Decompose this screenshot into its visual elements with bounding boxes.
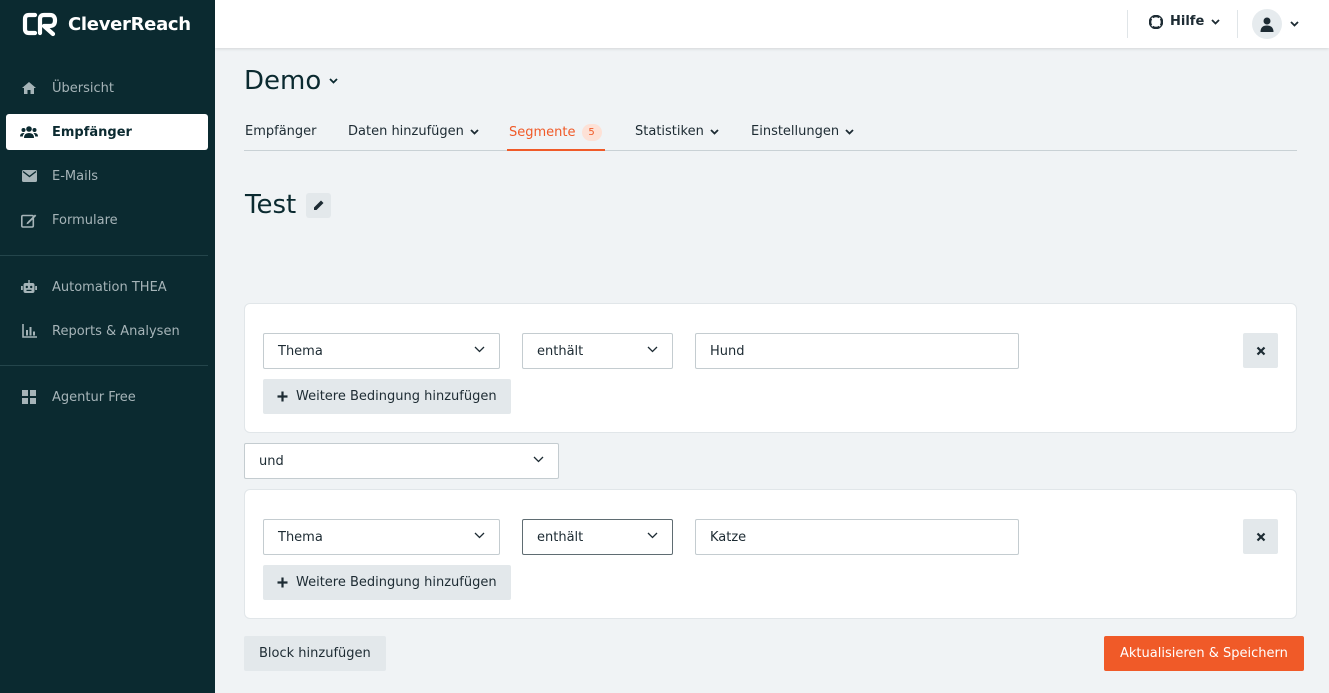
segment-count-badge: 5 [581,124,602,141]
chevron-down-icon [845,128,854,135]
sidebar-item-automation-thea[interactable]: Automation THEA [6,269,208,305]
sidebar-nav-tertiary: Agentur Free [6,379,208,415]
form-edit-icon [20,212,38,228]
topbar-divider [1237,10,1238,38]
edit-title-button[interactable] [306,192,332,218]
topbar: Hilfe [215,0,1329,48]
avatar [1252,9,1282,39]
tab-label: Statistiken [635,124,704,139]
condition-value-text: Katze [710,529,747,545]
user-icon [1260,17,1274,32]
save-button[interactable]: Aktualisieren & Speichern [1104,636,1304,671]
sidebar-item-label: Übersicht [52,80,114,96]
sidebar-item-empfaenger[interactable]: Empfänger [6,114,208,150]
condition-value-input[interactable]: Hund [695,333,1019,369]
sidebar-item-label: Automation THEA [52,279,167,295]
field-select[interactable]: Thema [263,519,500,555]
operator-select[interactable]: enthält [522,519,673,555]
sidebar-item-label: Formulare [52,212,118,228]
brand-name: CleverReach [68,13,191,35]
condition-block: Thema enthält Katze Weitere Bedingung hi… [244,489,1297,619]
cleverreach-logo[interactable]: CleverReach [22,10,191,38]
operator-select[interactable]: enthält [522,333,673,369]
add-condition-label: Weitere Bedingung hinzufügen [296,575,497,590]
operator-select-value: enthält [537,343,584,359]
tab-bar: Empfänger Daten hinzufügen Segmente 5 St… [244,118,1297,151]
sidebar-item-reports[interactable]: Reports & Analysen [6,313,208,349]
plus-icon [277,391,288,402]
close-icon [1256,532,1265,541]
chevron-down-icon [1211,18,1220,25]
condition-value-input[interactable]: Katze [695,519,1019,555]
tab-empfaenger[interactable]: Empfänger [245,124,317,139]
page-title-text: Demo [244,66,322,96]
tab-statistiken[interactable]: Statistiken [635,124,719,139]
sidebar-nav-secondary: Automation THEA Reports & Analysen [6,269,208,349]
user-menu-button[interactable] [1252,9,1299,39]
sidebar-item-formulare[interactable]: Formulare [6,202,208,238]
users-icon [20,124,38,140]
bar-chart-icon [20,323,38,339]
tab-label: Einstellungen [751,124,840,139]
sidebar-divider [0,255,208,256]
help-menu-button[interactable]: Hilfe [1149,14,1220,29]
sidebar-divider [0,365,208,366]
operator-select-value: enthält [537,529,584,545]
grid-icon [20,389,38,405]
tab-segmente[interactable]: Segmente 5 [509,124,602,141]
field-select-value: Thema [278,343,323,359]
sidebar-item-label: Empfänger [52,124,132,140]
chevron-down-icon [647,346,658,353]
lifebuoy-icon [1149,14,1163,29]
chevron-down-icon [474,346,485,353]
tab-label: Daten hinzufügen [348,124,464,139]
block-connector-select[interactable]: und [244,443,559,479]
topbar-divider [1127,10,1128,38]
tab-daten-hinzufuegen[interactable]: Daten hinzufügen [348,124,479,139]
add-block-button[interactable]: Block hinzufügen [244,636,386,671]
sidebar-item-uebersicht[interactable]: Übersicht [6,70,208,106]
sidebar-item-emails[interactable]: E-Mails [6,158,208,194]
field-select-value: Thema [278,529,323,545]
sidebar-item-label: E-Mails [52,168,99,184]
sidebar-item-agentur-free[interactable]: Agentur Free [6,379,208,415]
plus-icon [277,577,288,588]
chevron-down-icon [710,128,719,135]
robot-icon [20,279,38,295]
sidebar-item-label: Reports & Analysen [52,323,180,339]
chevron-down-icon [533,456,544,463]
sidebar: CleverReach Übersicht Empfänger E-Mails … [0,0,215,693]
tab-label: Segmente [509,125,576,140]
help-label: Hilfe [1170,14,1205,29]
chevron-down-icon [1290,21,1299,27]
segment-title: Test [245,190,297,220]
add-condition-label: Weitere Bedingung hinzufügen [296,389,497,404]
sidebar-item-label: Agentur Free [52,389,136,405]
remove-block-button[interactable] [1243,333,1278,368]
add-condition-button[interactable]: Weitere Bedingung hinzufügen [263,565,511,600]
close-icon [1256,346,1265,355]
page-title[interactable]: Demo [244,66,338,96]
tab-einstellungen[interactable]: Einstellungen [751,124,854,139]
cleverreach-logo-icon [22,12,58,37]
condition-value-text: Hund [710,343,745,359]
condition-block: Thema enthält Hund Weitere Bedingung hin… [244,303,1297,433]
save-label: Aktualisieren & Speichern [1120,646,1288,661]
home-icon [20,80,38,96]
tab-label: Empfänger [245,124,317,139]
active-tab-indicator [507,149,605,151]
field-select[interactable]: Thema [263,333,500,369]
sidebar-nav-primary: Übersicht Empfänger E-Mails Formulare [6,70,208,238]
pencil-icon [313,200,324,210]
chevron-down-icon [474,532,485,539]
chevron-down-icon [329,78,338,84]
segment-header: Test [245,190,332,220]
connector-value: und [259,453,284,469]
chevron-down-icon [647,532,658,539]
envelope-icon [20,168,38,184]
add-condition-button[interactable]: Weitere Bedingung hinzufügen [263,379,511,414]
add-block-label: Block hinzufügen [259,646,371,661]
remove-block-button[interactable] [1243,519,1278,554]
chevron-down-icon [470,128,479,135]
